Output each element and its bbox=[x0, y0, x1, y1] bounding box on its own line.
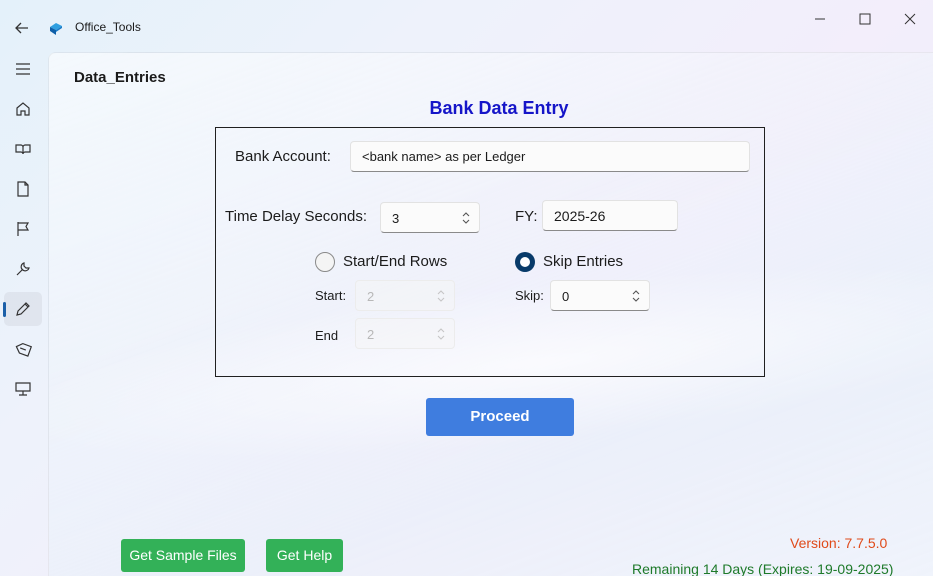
nav-item-book[interactable] bbox=[4, 132, 42, 166]
main-content: Data_Entries Bank Data Entry Bank Accoun… bbox=[48, 52, 933, 576]
pencil-icon bbox=[16, 302, 30, 316]
get-sample-files-button[interactable]: Get Sample Files bbox=[121, 539, 245, 572]
start-end-rows-radio[interactable] bbox=[315, 252, 335, 272]
skip-label: Skip: bbox=[515, 288, 544, 303]
spin-arrows-icon bbox=[437, 328, 445, 340]
hamburger-icon bbox=[16, 63, 30, 75]
fy-value: 2025-26 bbox=[554, 208, 606, 224]
start-label: Start: bbox=[315, 288, 347, 303]
fy-label: FY: bbox=[515, 208, 538, 225]
document-icon bbox=[17, 181, 29, 197]
minimize-icon[interactable] bbox=[810, 10, 830, 28]
bank-account-label: Bank Account: bbox=[235, 148, 331, 165]
desktop-icon bbox=[15, 382, 31, 396]
bank-entry-form: Bank Account: <bank name> as per Ledger … bbox=[215, 127, 765, 377]
skip-stepper[interactable]: 0 bbox=[550, 280, 650, 311]
spin-arrows-icon[interactable] bbox=[631, 289, 641, 303]
flag-icon bbox=[17, 222, 30, 236]
nav-item-flag[interactable] bbox=[4, 212, 42, 246]
back-arrow-icon[interactable] bbox=[12, 18, 32, 38]
start-row-stepper: 2 bbox=[355, 280, 455, 311]
spin-arrows-icon[interactable] bbox=[461, 211, 471, 225]
nav-item-home[interactable] bbox=[4, 92, 42, 126]
license-remaining-label: Remaining 14 Days (Expires: 19-09-2025) bbox=[632, 561, 894, 576]
app-title: Office_Tools bbox=[75, 20, 141, 34]
book-icon bbox=[15, 144, 31, 155]
fy-input[interactable]: 2025-26 bbox=[542, 200, 678, 231]
version-label: Version: 7.7.5.0 bbox=[790, 535, 888, 551]
navigation-sidebar bbox=[0, 52, 48, 576]
eraser-icon bbox=[15, 342, 32, 357]
proceed-button[interactable]: Proceed bbox=[426, 398, 574, 436]
app-logo-icon bbox=[47, 19, 65, 37]
title-bar: Office_Tools bbox=[0, 0, 933, 52]
nav-item-desktop[interactable] bbox=[4, 372, 42, 406]
skip-value: 0 bbox=[562, 289, 570, 304]
page-title: Data_Entries bbox=[74, 69, 166, 86]
skip-entries-radio[interactable] bbox=[515, 252, 535, 272]
nav-item-document[interactable] bbox=[4, 172, 42, 206]
hamburger-menu-button[interactable] bbox=[4, 52, 42, 86]
end-row-stepper: 2 bbox=[355, 318, 455, 349]
end-label: End bbox=[315, 328, 339, 343]
skip-entries-label[interactable]: Skip Entries bbox=[543, 253, 623, 270]
time-delay-stepper[interactable]: 3 bbox=[380, 202, 480, 233]
time-delay-value: 3 bbox=[392, 211, 400, 226]
spin-arrows-icon bbox=[437, 290, 445, 302]
nav-item-tag[interactable] bbox=[4, 332, 42, 366]
end-row-value: 2 bbox=[367, 327, 375, 342]
get-help-button[interactable]: Get Help bbox=[266, 539, 343, 572]
time-delay-label: Time Delay Seconds: bbox=[225, 208, 368, 225]
start-end-rows-label[interactable]: Start/End Rows bbox=[343, 253, 447, 270]
bank-account-input[interactable]: <bank name> as per Ledger bbox=[350, 141, 750, 172]
nav-item-edit[interactable] bbox=[3, 292, 42, 326]
active-indicator bbox=[3, 302, 6, 317]
form-heading: Bank Data Entry bbox=[429, 98, 569, 118]
maximize-icon[interactable] bbox=[855, 10, 875, 28]
start-row-value: 2 bbox=[367, 289, 375, 304]
home-icon bbox=[16, 102, 30, 116]
close-icon[interactable] bbox=[900, 10, 920, 28]
wrench-icon bbox=[16, 262, 30, 276]
nav-item-tools[interactable] bbox=[4, 252, 42, 286]
